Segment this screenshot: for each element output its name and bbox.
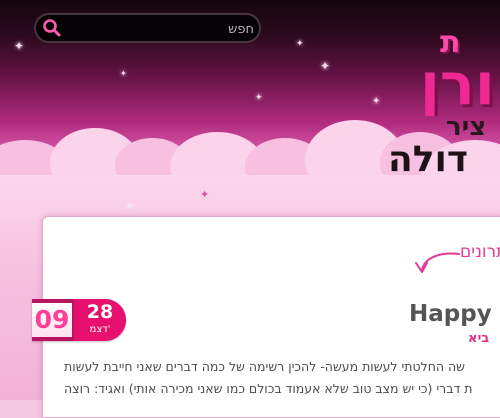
curved-arrow-icon bbox=[415, 252, 460, 273]
sparkle-icon: ✦ bbox=[255, 93, 263, 103]
logo-text-line: דולה bbox=[388, 140, 469, 180]
search-bar[interactable] bbox=[34, 13, 261, 43]
sparkle-icon: ✦ bbox=[14, 39, 25, 53]
logo-text-line: ציר bbox=[446, 112, 487, 142]
post-excerpt-line: שה החלטתי לעשות מעשה- להכין רשימה של כמה… bbox=[64, 359, 466, 374]
sparkle-icon: ✦ bbox=[296, 39, 304, 49]
post-date-year: 09 bbox=[32, 303, 72, 337]
post-excerpt: שה החלטתי לעשות מעשה- להכין רשימה של כמה… bbox=[64, 356, 500, 400]
post-date-badge: 09 28 דצמ' bbox=[32, 299, 126, 341]
post-date-month: דצמ' bbox=[89, 324, 111, 335]
sparkle-icon: ✦ bbox=[200, 188, 210, 201]
sparkle-icon: ✦ bbox=[320, 59, 331, 73]
sparkle-icon: ✦ bbox=[120, 69, 127, 78]
search-icon[interactable] bbox=[42, 18, 62, 38]
post-date-day: 28 bbox=[86, 301, 114, 323]
search-input[interactable] bbox=[66, 18, 256, 40]
post-title-link[interactable]: Happy N bbox=[409, 298, 500, 330]
section-title: תרונים bbox=[460, 242, 500, 262]
post-author-link[interactable]: ביא bbox=[468, 330, 500, 348]
logo-text-line: ורן bbox=[420, 52, 495, 116]
sparkle-icon: ✦ bbox=[126, 202, 134, 212]
sparkle-icon: ✦ bbox=[372, 96, 381, 107]
post-excerpt-line: ת דברי (כי יש מצב טוב שלא אעמוד בכולם כמ… bbox=[64, 381, 473, 396]
